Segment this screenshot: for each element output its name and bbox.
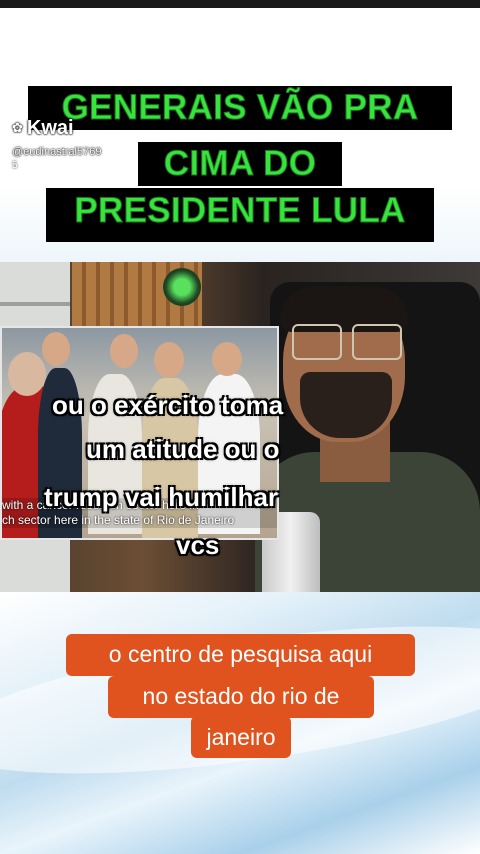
creator-handle: @eudinastral5769 [12, 146, 102, 158]
title-line-2: CIMA DO [138, 142, 342, 186]
video-subtitle-1: ou o exército toma [52, 390, 284, 420]
caption-line-3: janeiro [191, 716, 291, 758]
person-face [154, 342, 184, 378]
man-beard [300, 372, 392, 438]
video-subtitle-3: trump vai humilhar [44, 482, 279, 512]
creator-handle-extra: 5 [12, 160, 18, 171]
title-line-3: PRESIDENTE LULA [46, 188, 434, 242]
person-face [8, 352, 46, 396]
glasses-left [292, 324, 342, 360]
person-face [42, 332, 70, 366]
kwai-logo-icon: ✿ [12, 120, 23, 135]
caption-line-2: no estado do rio de [108, 676, 374, 718]
video-title: GENERAIS VÃO PRA CIMA DO PRESIDENTE LULA [0, 86, 480, 246]
caption-line-1: o centro de pesquisa aqui [66, 634, 415, 676]
shelf-row [0, 302, 70, 306]
video-subtitle-4: vcs [176, 530, 220, 560]
person-face [110, 334, 138, 368]
inset-caption-line-2: ch sector here in the state of Rio de Ja… [2, 513, 235, 527]
glasses-right [352, 324, 402, 360]
kwai-brand: Kwai [26, 117, 74, 139]
video-subtitle-2: um atitude ou o [86, 434, 280, 464]
title-line-1: GENERAIS VÃO PRA [28, 86, 452, 130]
status-bar [0, 0, 480, 8]
person-face [212, 342, 242, 376]
kwai-watermark: ✿ Kwai [12, 117, 74, 140]
green-lamp [163, 268, 201, 306]
